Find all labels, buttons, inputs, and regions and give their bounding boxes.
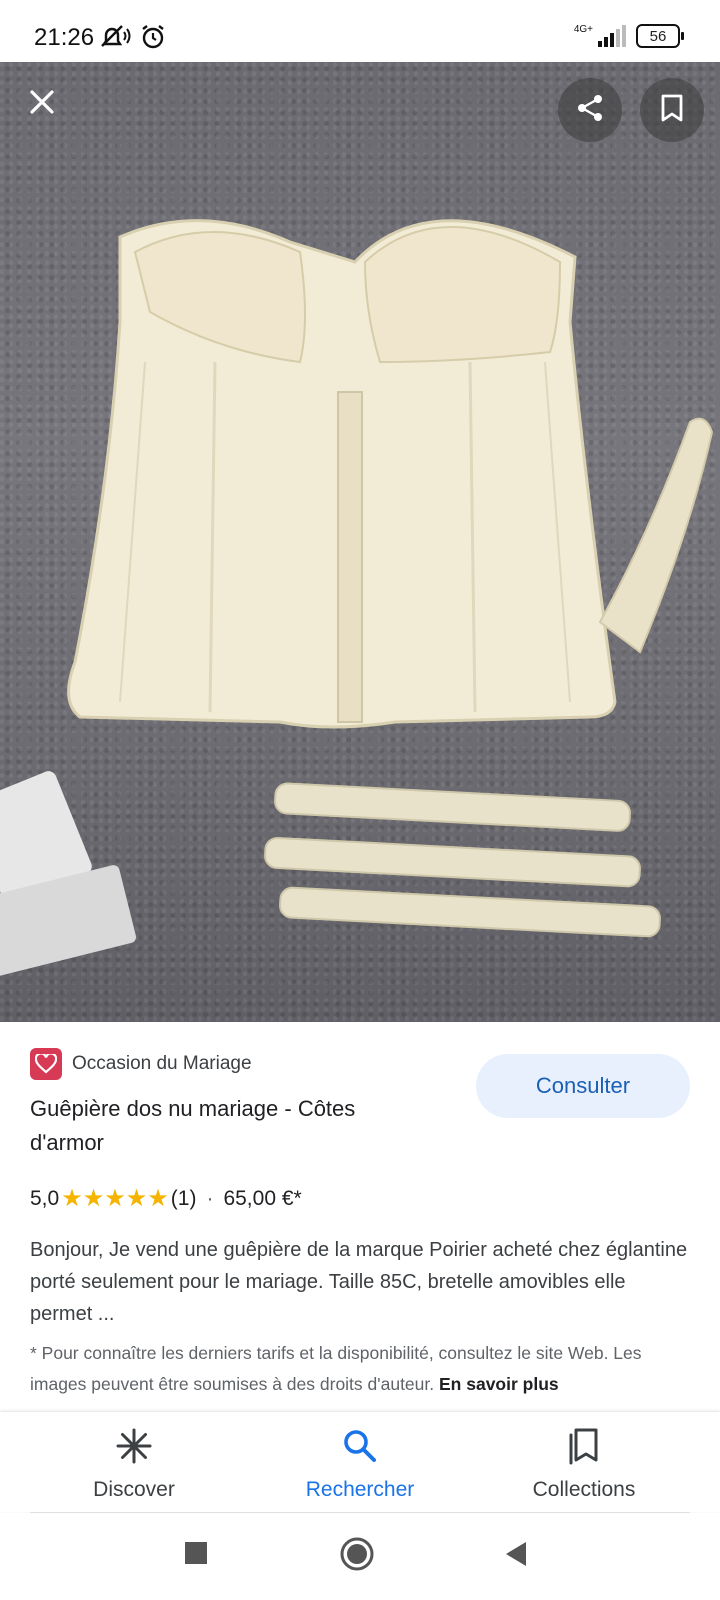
result-card: Occasion du Mariage Guêpière dos nu mari…: [0, 1022, 720, 1412]
signal-icon: 4G+: [574, 25, 626, 47]
collections-icon: [484, 1426, 684, 1466]
nav-collections[interactable]: Collections: [484, 1426, 684, 1502]
nav-search[interactable]: Rechercher: [260, 1426, 460, 1502]
status-time: 21:26: [34, 24, 95, 51]
source-row[interactable]: Occasion du Mariage: [30, 1048, 252, 1080]
nav-label: Rechercher: [305, 1478, 415, 1501]
home-button[interactable]: [340, 1537, 374, 1576]
close-icon: [28, 88, 56, 121]
separator: ·: [206, 1186, 214, 1210]
consult-button[interactable]: Consulter: [476, 1054, 690, 1118]
battery-indicator: 56: [636, 24, 684, 48]
recents-button[interactable]: [184, 1541, 208, 1570]
status-right: 4G+ 56: [574, 24, 684, 48]
product-image[interactable]: [0, 62, 720, 1022]
asterisk-icon: [34, 1426, 234, 1466]
nav-discover[interactable]: Discover: [34, 1426, 234, 1502]
system-navigation-bar: [0, 1513, 720, 1600]
share-button[interactable]: [558, 78, 622, 142]
close-button[interactable]: [10, 72, 74, 136]
back-triangle-icon: [504, 1542, 528, 1571]
home-circle-icon: [340, 1537, 374, 1575]
mute-icon: [98, 24, 132, 55]
bottom-navigation: Discover Rechercher Collections: [0, 1412, 720, 1512]
disclaimer: * Pour connaître les derniers tarifs et …: [30, 1338, 690, 1398]
square-icon: [184, 1542, 208, 1569]
share-icon: [575, 93, 605, 128]
nav-label: Collections: [532, 1478, 636, 1501]
back-button[interactable]: [504, 1541, 528, 1572]
nav-label: Discover: [93, 1478, 175, 1501]
rating-value: 5,0: [30, 1186, 60, 1210]
alarm-icon: [140, 24, 166, 55]
price: 65,00 €*: [223, 1186, 302, 1210]
product-description: Bonjour, Je vend une guêpière de la marq…: [30, 1239, 688, 1325]
source-name: Occasion du Mariage: [72, 1053, 252, 1074]
bookmark-button[interactable]: [640, 78, 704, 142]
status-icons: [98, 24, 166, 55]
status-bar: 21:26 4G+ 56: [0, 0, 720, 62]
star-rating-icon: ★★★★★: [61, 1185, 169, 1212]
heart-logo-icon: [30, 1048, 62, 1080]
rating-row: 5,0 ★★★★★ (1) · 65,00 €*: [30, 1184, 302, 1213]
review-count: (1): [170, 1186, 197, 1210]
network-type: 4G+: [573, 24, 593, 35]
search-icon: [260, 1426, 460, 1466]
product-title[interactable]: Guêpière dos nu mariage - Côtes d'armor: [30, 1092, 430, 1160]
learn-more-link[interactable]: En savoir plus: [439, 1374, 559, 1394]
bookmark-icon: [659, 93, 685, 128]
corset-photo: [0, 219, 714, 979]
